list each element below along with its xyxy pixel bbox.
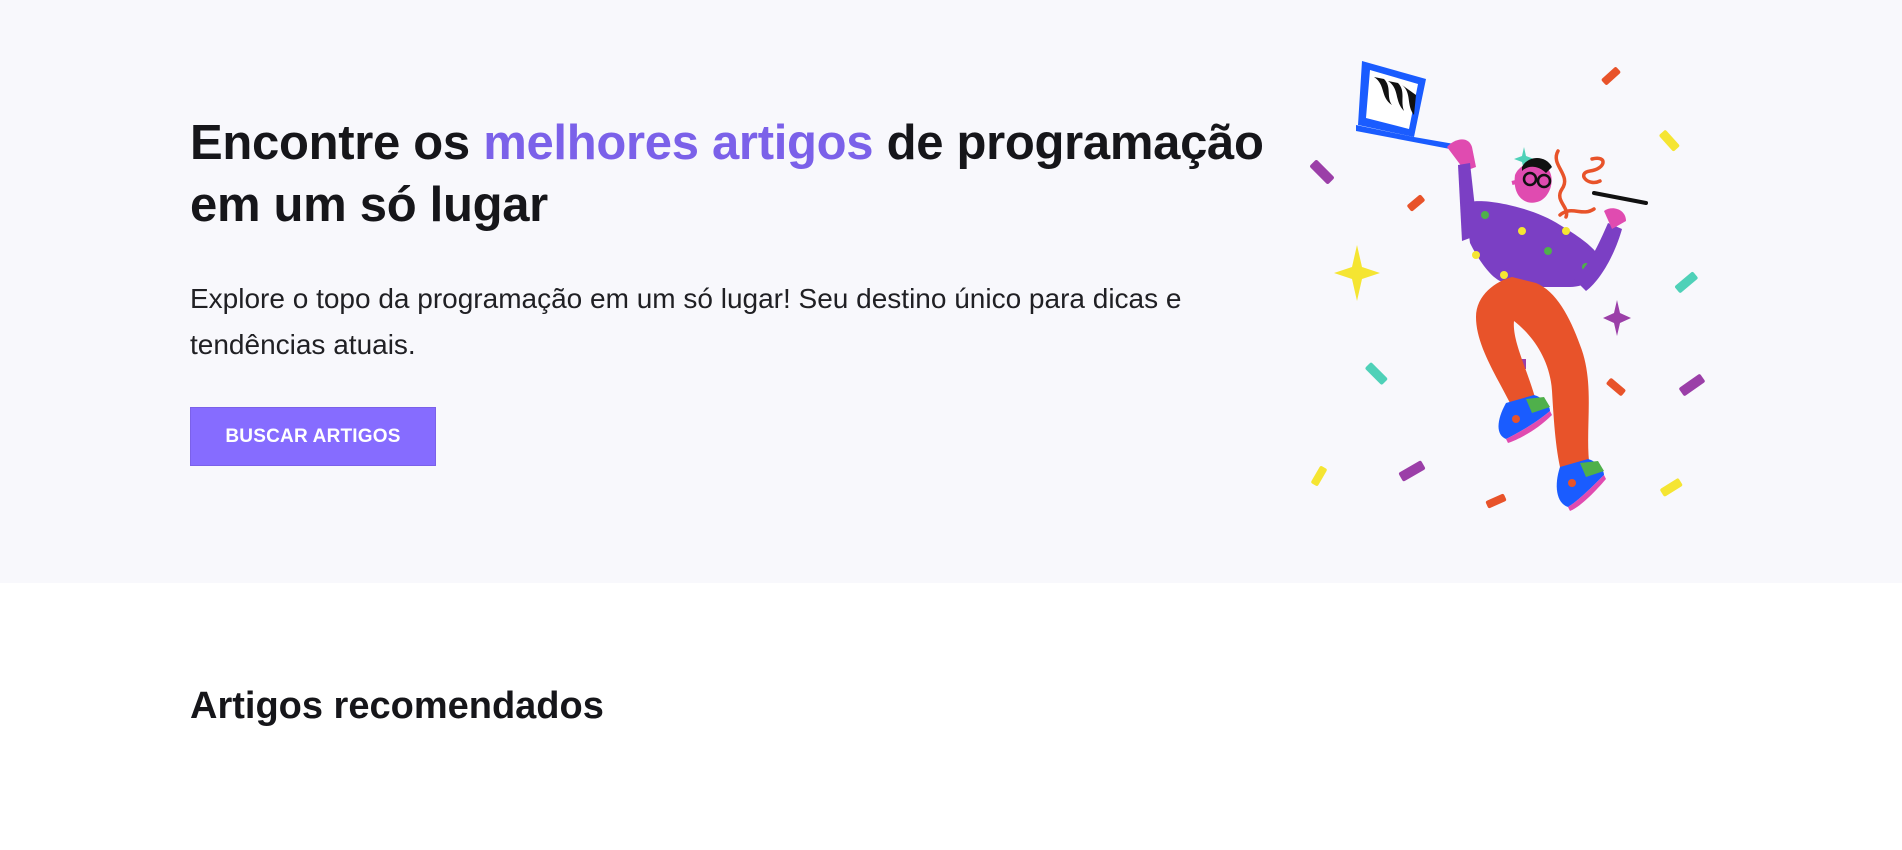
sparkle-yellow [1334,245,1380,301]
hero-description: Explore o topo da programação em um só l… [190,283,1182,360]
hero-section: Encontre os melhores artigos de programa… [0,0,1902,583]
recommended-articles-title: Artigos recomendados [190,685,604,727]
search-articles-button[interactable]: BUSCAR ARTIGOS [190,407,436,466]
laptop-icon [1356,61,1460,149]
sparkle-purple [1603,300,1631,336]
hero-title: Encontre os melhores artigos de programa… [190,112,1270,236]
person-jumping-with-laptop-illustration [1310,61,1705,511]
head [1511,158,1552,203]
shoes [1498,395,1606,511]
hero-title-start: Encontre os [190,116,484,170]
legs [1476,277,1590,475]
hero-title-accent: melhores artigos [483,116,874,170]
